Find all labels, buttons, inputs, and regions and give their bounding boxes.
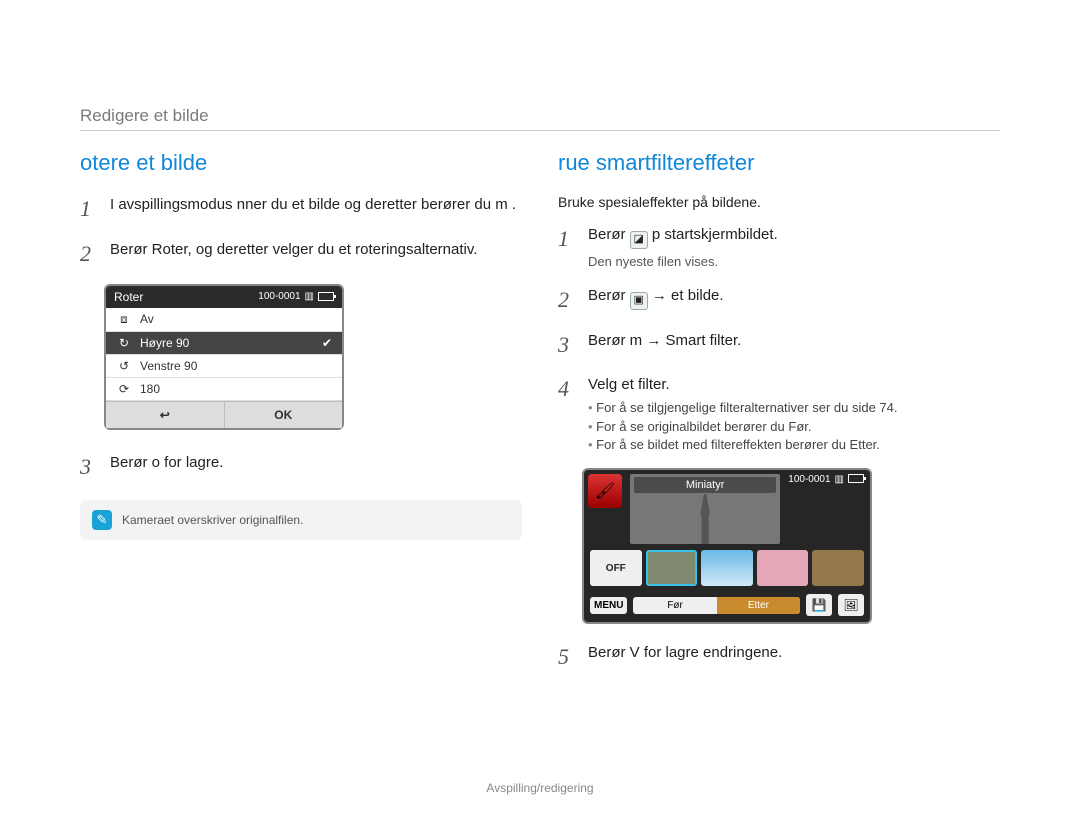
right-intro: Bruke spesialeffekter på bildene. <box>558 194 1000 210</box>
step-4-text: Velg et ﬁlter. <box>588 376 670 393</box>
rotate-option-left-90[interactable]: ↺ Venstre 90 <box>106 355 342 378</box>
page-footer: Avspilling/redigering <box>0 781 1080 795</box>
rotate-right-icon: ↻ <box>116 336 132 350</box>
step-number: 2 <box>80 239 96 270</box>
rotate-title: Roter <box>114 290 143 304</box>
rotate-option-right-90[interactable]: ↻ Høyre 90 ✔ <box>106 332 342 355</box>
step-1a: Berør <box>588 226 626 243</box>
rotate-option-off[interactable]: ⧈ Av <box>106 308 342 332</box>
filter-off-thumb[interactable]: OFF <box>590 550 642 586</box>
step-number: 1 <box>558 224 574 271</box>
info-icon: ✎ <box>92 510 112 530</box>
step-4-bullet-3: For å se bildet med ﬁltereffekten berøre… <box>588 436 898 454</box>
preview-label: Miniatyr <box>634 477 776 493</box>
step-2-text: Berør Roter, og deretter velger du et ro… <box>110 239 477 270</box>
step-2a: Berør <box>588 287 626 304</box>
step-2b: → et bilde. <box>652 287 724 304</box>
back-button[interactable]: ↩ <box>106 402 225 428</box>
left-column: otere et bilde 1 I avspillingsmodus nner… <box>80 80 522 815</box>
rotate-left-label: Venstre 90 <box>140 359 197 373</box>
filter-thumb-selected[interactable] <box>646 550 698 586</box>
step-4-bullet-2: For å se originalbildet berører du Før. <box>588 418 898 436</box>
person-silhouette <box>693 494 717 544</box>
filter-thumb-4[interactable] <box>757 550 809 586</box>
rotate-ui-mock: Roter 100-0001 ▥ ⧈ Av ↻ Høyre 90 ✔ <box>104 284 344 430</box>
step-3-text: Berør o for lagre. <box>110 452 223 483</box>
off-icon: ⧈ <box>116 312 132 327</box>
step-number: 5 <box>558 642 574 673</box>
file-indicator: 100-0001 <box>258 291 300 302</box>
home-app-icon: ◪ <box>630 231 648 249</box>
ok-button[interactable]: OK <box>225 402 343 428</box>
step-1b: p startskjermbildet. <box>652 226 778 243</box>
rotate-180-label: 180 <box>140 382 160 396</box>
save-button[interactable]: 💾 <box>806 594 832 616</box>
step-5-text: Berør V for lagre endringene. <box>588 642 782 673</box>
share-button[interactable]: 🖼 <box>838 594 864 616</box>
back-icon: ↩ <box>160 408 170 422</box>
card-icon: ▥ <box>305 291 314 302</box>
filter-thumb-3[interactable] <box>701 550 753 586</box>
preview-area: Miniatyr <box>630 474 780 544</box>
battery-icon <box>318 292 334 301</box>
after-seg[interactable]: Etter <box>717 597 800 614</box>
rotate-180-icon: ⟳ <box>116 382 132 396</box>
note-text: Kameraet overskriver originalﬁlen. <box>122 513 303 527</box>
before-after-toggle[interactable]: Før Etter <box>633 597 800 614</box>
step-1-sub: Den nyeste ﬁlen vises. <box>588 253 778 271</box>
step-1-text: I avspillingsmodus nner du et bilde og d… <box>110 194 516 225</box>
before-seg[interactable]: Før <box>633 597 716 614</box>
menu-button[interactable]: MENU <box>590 597 627 614</box>
check-icon: ✔ <box>322 336 332 350</box>
battery-icon <box>848 474 864 483</box>
filter-thumb-5[interactable] <box>812 550 864 586</box>
note-callout: ✎ Kameraet overskriver originalﬁlen. <box>80 500 522 540</box>
right-column: rue smartﬁltereffeter Bruke spesialeffek… <box>558 80 1000 815</box>
rotate-left-icon: ↺ <box>116 359 132 373</box>
card-icon: ▥ <box>835 474 844 485</box>
step-number: 4 <box>558 374 574 454</box>
left-title: otere et bilde <box>80 150 522 176</box>
rotate-option-180[interactable]: ⟳ 180 <box>106 378 342 401</box>
step-number: 3 <box>80 452 96 483</box>
file-indicator-2: 100-0001 <box>788 474 830 485</box>
ok-label: OK <box>274 408 292 422</box>
home-icon[interactable]: 🖌 <box>588 474 622 508</box>
step-number: 1 <box>80 194 96 225</box>
step-number: 2 <box>558 285 574 316</box>
step-4-bullet-1: For å se tilgjengelige ﬁlteralternativer… <box>588 399 898 417</box>
save-icon: 💾 <box>812 598 827 612</box>
smart-filter-ui-mock: 🖌 Miniatyr 100-0001 ▥ OFF MENU <box>582 468 872 624</box>
right-title: rue smartﬁltereffeter <box>558 150 1000 176</box>
step-3-right: Berør m → Smart ﬁlter. <box>588 330 741 361</box>
rotate-right-label: Høyre 90 <box>140 336 189 350</box>
step-number: 3 <box>558 330 574 361</box>
rotate-off-label: Av <box>140 312 154 326</box>
share-icon: 🖼 <box>843 598 858 612</box>
gallery-icon: ▣ <box>630 292 648 310</box>
